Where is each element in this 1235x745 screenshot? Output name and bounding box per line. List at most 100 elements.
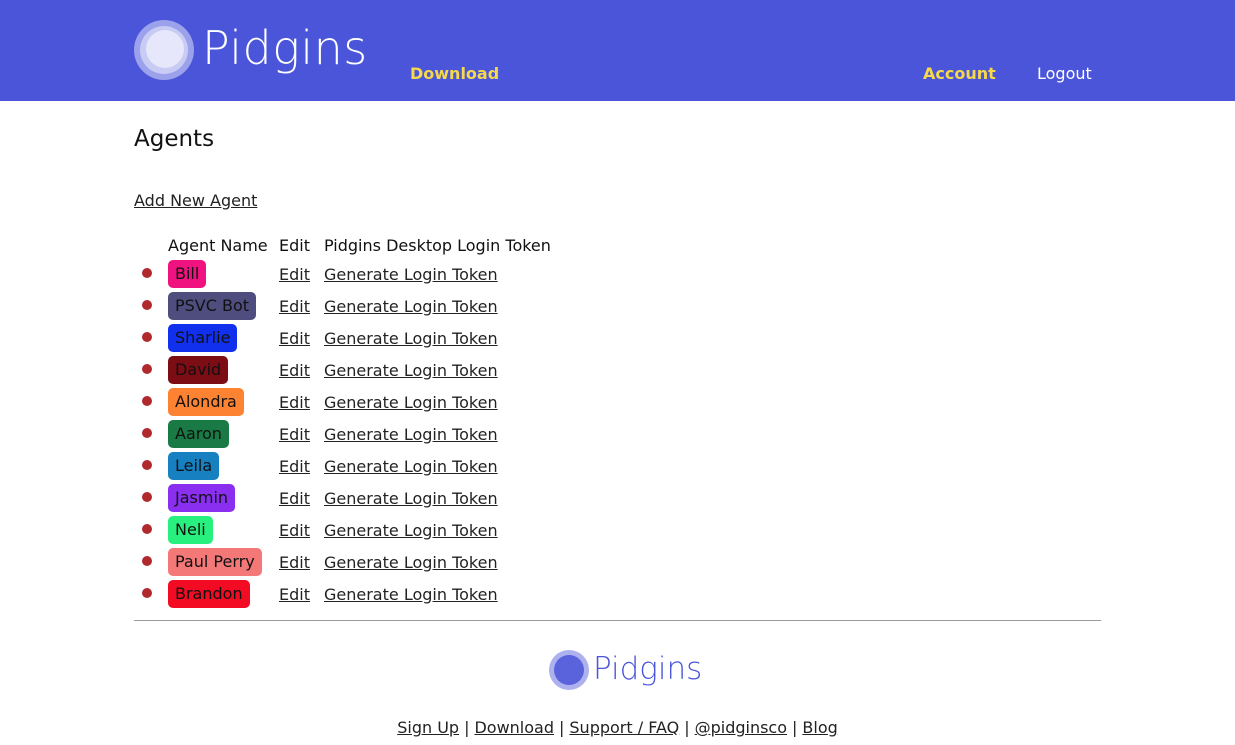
status-dot-icon xyxy=(142,492,152,502)
status-cell xyxy=(134,322,168,354)
agent-name-badge: Aaron xyxy=(168,420,229,448)
generate-login-token-link[interactable]: Generate Login Token xyxy=(324,329,498,348)
status-dot-icon xyxy=(142,396,152,406)
agents-table: Agent Name Edit Pidgins Desktop Login To… xyxy=(134,232,551,610)
status-dot-icon xyxy=(142,300,152,310)
status-dot-icon xyxy=(142,364,152,374)
nav-download-link[interactable]: Download xyxy=(410,64,499,84)
status-column-header xyxy=(134,232,168,258)
edit-agent-link[interactable]: Edit xyxy=(279,361,310,380)
footer-separator: | xyxy=(792,718,798,737)
agent-name-cell: PSVC Bot xyxy=(168,290,279,322)
generate-login-token-link[interactable]: Generate Login Token xyxy=(324,425,498,444)
edit-agent-link[interactable]: Edit xyxy=(279,425,310,444)
agent-name-column-header: Agent Name xyxy=(168,235,268,255)
status-cell xyxy=(134,578,168,610)
token-cell: Generate Login Token xyxy=(324,514,551,546)
table-row: Paul Perry Edit Generate Login Token xyxy=(134,546,551,578)
token-cell: Generate Login Token xyxy=(324,450,551,482)
edit-agent-link[interactable]: Edit xyxy=(279,457,310,476)
brand-name: Pidgins xyxy=(202,21,368,75)
token-cell: Generate Login Token xyxy=(324,482,551,514)
edit-agent-link[interactable]: Edit xyxy=(279,265,310,284)
edit-agent-link[interactable]: Edit xyxy=(279,297,310,316)
status-cell xyxy=(134,258,168,290)
pidgins-circle-logo-icon xyxy=(134,20,194,80)
agent-name-badge: Leila xyxy=(168,452,220,480)
edit-cell: Edit xyxy=(279,418,324,450)
footer-support-link[interactable]: Support / FAQ xyxy=(569,718,679,737)
agent-name-cell: Jasmin xyxy=(168,482,279,514)
token-column-header: Pidgins Desktop Login Token xyxy=(324,235,551,255)
table-row: Brandon Edit Generate Login Token xyxy=(134,578,551,610)
generate-login-token-link[interactable]: Generate Login Token xyxy=(324,361,498,380)
add-new-agent-link[interactable]: Add New Agent xyxy=(134,191,257,211)
agent-name-cell: Neli xyxy=(168,514,279,546)
edit-agent-link[interactable]: Edit xyxy=(279,521,310,540)
agent-name-badge: Brandon xyxy=(168,580,250,608)
token-cell: Generate Login Token xyxy=(324,258,551,290)
token-cell: Generate Login Token xyxy=(324,290,551,322)
footer-separator: | xyxy=(684,718,690,737)
status-dot-icon xyxy=(142,268,152,278)
agent-name-cell: Alondra xyxy=(168,386,279,418)
edit-agent-link[interactable]: Edit xyxy=(279,393,310,412)
generate-login-token-link[interactable]: Generate Login Token xyxy=(324,489,498,508)
footer-divider xyxy=(134,620,1101,621)
nav-logout-link[interactable]: Logout xyxy=(1037,64,1092,84)
edit-agent-link[interactable]: Edit xyxy=(279,489,310,508)
footer-logo[interactable]: Pidgins xyxy=(549,650,702,690)
table-row: PSVC Bot Edit Generate Login Token xyxy=(134,290,551,322)
status-cell xyxy=(134,546,168,578)
edit-cell: Edit xyxy=(279,450,324,482)
agent-rows: Bill Edit Generate Login Token PSVC Bot Edit… xyxy=(134,258,551,610)
token-cell: Generate Login Token xyxy=(324,322,551,354)
agent-name-cell: Sharlie xyxy=(168,322,279,354)
generate-login-token-link[interactable]: Generate Login Token xyxy=(324,457,498,476)
edit-cell: Edit xyxy=(279,578,324,610)
agent-name-cell: Leila xyxy=(168,450,279,482)
status-cell xyxy=(134,450,168,482)
status-dot-icon xyxy=(142,428,152,438)
edit-cell: Edit xyxy=(279,546,324,578)
pidgins-circle-logo-icon xyxy=(549,650,589,690)
generate-login-token-link[interactable]: Generate Login Token xyxy=(324,297,498,316)
agent-name-badge: Paul Perry xyxy=(168,548,262,576)
status-dot-icon xyxy=(142,556,152,566)
table-row: David Edit Generate Login Token xyxy=(134,354,551,386)
footer-twitter-link[interactable]: @pidginsco xyxy=(695,718,787,737)
agent-name-badge: David xyxy=(168,356,229,384)
status-cell xyxy=(134,418,168,450)
edit-agent-link[interactable]: Edit xyxy=(279,329,310,348)
edit-column-header: Edit xyxy=(279,235,310,255)
footer-links: Sign Up | Download | Support / FAQ | @pidginsc… xyxy=(0,717,1235,739)
agent-name-badge: Neli xyxy=(168,516,213,544)
agent-name-badge: PSVC Bot xyxy=(168,292,257,320)
edit-cell: Edit xyxy=(279,386,324,418)
generate-login-token-link[interactable]: Generate Login Token xyxy=(324,265,498,284)
footer-blog-link[interactable]: Blog xyxy=(802,718,837,737)
agent-name-cell: David xyxy=(168,354,279,386)
table-row: Neli Edit Generate Login Token xyxy=(134,514,551,546)
generate-login-token-link[interactable]: Generate Login Token xyxy=(324,585,498,604)
edit-agent-link[interactable]: Edit xyxy=(279,553,310,572)
agent-name-cell: Bill xyxy=(168,258,279,290)
page-title: Agents xyxy=(134,126,215,152)
table-row: Leila Edit Generate Login Token xyxy=(134,450,551,482)
generate-login-token-link[interactable]: Generate Login Token xyxy=(324,521,498,540)
agent-name-cell: Paul Perry xyxy=(168,546,279,578)
nav-account-link[interactable]: Account xyxy=(923,64,996,84)
edit-cell: Edit xyxy=(279,354,324,386)
generate-login-token-link[interactable]: Generate Login Token xyxy=(324,393,498,412)
footer-download-link[interactable]: Download xyxy=(474,718,554,737)
table-row: Aaron Edit Generate Login Token xyxy=(134,418,551,450)
brand-logo[interactable]: Pidgins xyxy=(134,18,368,82)
status-dot-icon xyxy=(142,524,152,534)
generate-login-token-link[interactable]: Generate Login Token xyxy=(324,553,498,572)
status-dot-icon xyxy=(142,588,152,598)
token-cell: Generate Login Token xyxy=(324,386,551,418)
agent-name-badge: Jasmin xyxy=(168,484,236,512)
footer-signup-link[interactable]: Sign Up xyxy=(397,718,459,737)
edit-agent-link[interactable]: Edit xyxy=(279,585,310,604)
token-cell: Generate Login Token xyxy=(324,354,551,386)
